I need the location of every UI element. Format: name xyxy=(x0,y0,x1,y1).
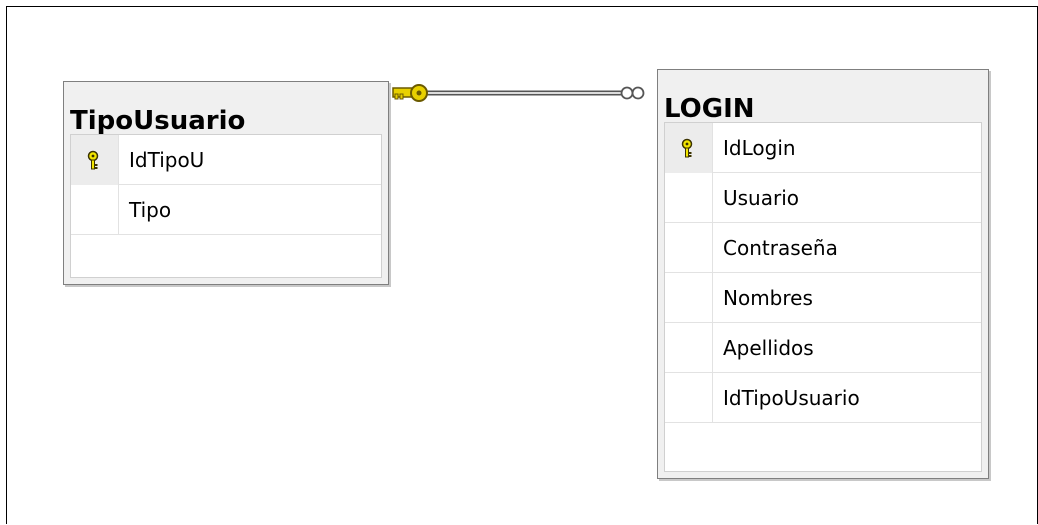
column-list: IdTipoU Tipo xyxy=(70,134,382,278)
column-row[interactable]: IdTipoUsuario xyxy=(665,373,981,423)
column-name: IdTipoU xyxy=(129,148,205,172)
row-gutter xyxy=(665,123,713,173)
column-row[interactable]: Contraseña xyxy=(665,223,981,273)
column-row[interactable]: IdTipoU xyxy=(71,135,381,185)
key-icon xyxy=(392,84,428,102)
row-gutter xyxy=(665,323,713,373)
column-list: IdLogin Usuario Contraseña Nombres Apell… xyxy=(664,122,982,472)
row-gutter xyxy=(665,373,713,423)
column-name: Apellidos xyxy=(723,336,814,360)
primary-key-icon xyxy=(681,138,693,158)
diagram-canvas: TipoUsuario IdTipoU Tipo LOGIN IdLogin U… xyxy=(6,6,1038,524)
infinity-icon xyxy=(620,86,645,100)
table-login[interactable]: LOGIN IdLogin Usuario Contraseña Nombres… xyxy=(657,69,989,479)
table-title: TipoUsuario xyxy=(70,106,246,136)
column-row[interactable]: Nombres xyxy=(665,273,981,323)
column-name: Contraseña xyxy=(723,236,838,260)
column-name: IdTipoUsuario xyxy=(723,386,860,410)
column-name: Usuario xyxy=(723,186,800,210)
column-row[interactable]: Apellidos xyxy=(665,323,981,373)
column-name: Nombres xyxy=(723,286,813,310)
primary-key-icon xyxy=(87,150,99,170)
row-gutter xyxy=(71,185,119,235)
column-row[interactable]: IdLogin xyxy=(665,123,981,173)
row-gutter xyxy=(665,223,713,273)
row-gutter xyxy=(71,135,119,185)
column-row[interactable]: Usuario xyxy=(665,173,981,223)
table-tipousuario[interactable]: TipoUsuario IdTipoU Tipo xyxy=(63,81,389,285)
row-gutter xyxy=(665,173,713,223)
column-row[interactable]: Tipo xyxy=(71,185,381,235)
column-name: IdLogin xyxy=(723,136,796,160)
row-gutter xyxy=(665,273,713,323)
table-title: LOGIN xyxy=(664,94,755,124)
column-name: Tipo xyxy=(129,198,172,222)
